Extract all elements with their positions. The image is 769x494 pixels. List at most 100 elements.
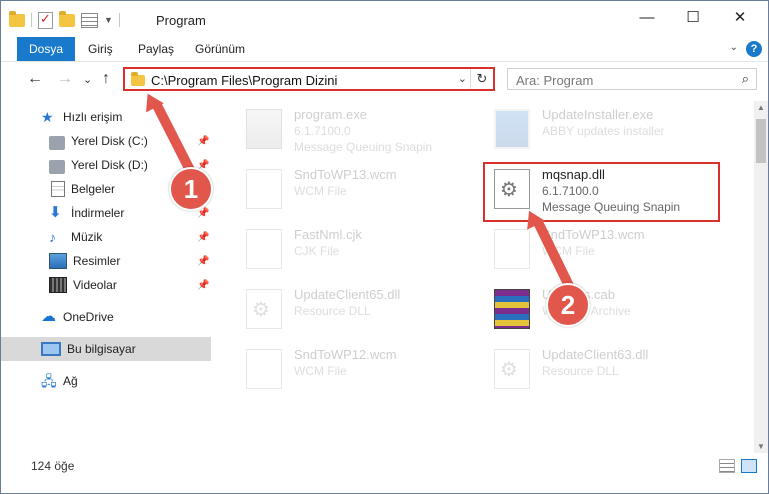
step-badge-2: 2 xyxy=(546,283,590,327)
search-icon[interactable]: ⌕ xyxy=(742,71,749,87)
scroll-down-icon[interactable]: ▼ xyxy=(757,442,765,451)
folder-icon xyxy=(131,72,145,86)
item-count: 124 öğe xyxy=(31,459,75,473)
status-bar: 124 öğe xyxy=(1,453,768,493)
details-view-icon[interactable] xyxy=(719,459,735,473)
network-icon: 🖧 xyxy=(41,373,57,389)
maximize-button[interactable]: ☐ xyxy=(670,1,716,33)
sidebar-item-onedrive[interactable]: ☁ OneDrive xyxy=(1,305,211,329)
chevron-down-icon[interactable]: ⌄ xyxy=(730,42,738,53)
new-folder-icon[interactable] xyxy=(59,10,75,27)
file-item[interactable]: Updates.cab WinRAR Archive xyxy=(484,283,724,335)
tab-dosya[interactable]: Dosya xyxy=(17,37,76,61)
file-type: WCM File xyxy=(294,184,347,198)
pin-icon[interactable]: 📌 xyxy=(197,280,209,291)
archive-icon xyxy=(494,289,530,329)
sidebar-item-network[interactable]: 🖧 Ağ xyxy=(1,369,211,393)
file-list: program.exe 6.1.7100.0 Message Queuing S… xyxy=(214,101,754,453)
up-button[interactable]: ↑ xyxy=(102,70,110,88)
file-name: program.exe xyxy=(294,107,367,122)
file-item[interactable]: UpdateClient65.dll Resource DLL xyxy=(236,283,476,335)
star-icon: ★ xyxy=(41,109,54,125)
exe-icon xyxy=(246,109,282,149)
sidebar-item-this-pc[interactable]: Bu bilgisayar xyxy=(1,337,211,361)
scrollbar-thumb[interactable] xyxy=(756,119,766,163)
sidebar-item-label: Müzik xyxy=(71,230,103,244)
file-item[interactable]: SndToWP12.wcm WCM File xyxy=(236,343,476,395)
help-icon[interactable]: ? xyxy=(746,41,762,57)
refresh-button[interactable]: ↻ xyxy=(470,69,493,89)
pin-icon[interactable]: 📌 xyxy=(197,136,209,147)
tab-paylas[interactable]: Paylaş xyxy=(126,37,186,61)
sidebar-item-label: Ağ xyxy=(63,374,78,388)
file-name: SndToWP13.wcm xyxy=(542,227,645,242)
file-description: Message Queuing Snapin xyxy=(294,140,433,154)
cloud-icon: ☁ xyxy=(41,308,56,325)
folder-icon[interactable] xyxy=(9,10,25,27)
toolbar-separator xyxy=(118,13,120,27)
file-icon xyxy=(246,169,282,209)
sidebar-item-label: Videolar xyxy=(73,278,117,292)
file-type: Resource DLL xyxy=(542,364,619,378)
ribbon-tabs: Dosya Giriş Paylaş Görünüm ⌄ ? xyxy=(1,37,768,62)
toolbar-separator xyxy=(31,13,32,27)
tab-giris[interactable]: Giriş xyxy=(76,37,125,61)
pin-icon[interactable]: 📌 xyxy=(197,232,209,243)
large-icons-view-icon[interactable] xyxy=(741,459,757,473)
forward-button[interactable]: → xyxy=(57,70,73,88)
recent-locations-chevron-icon[interactable]: ⌄ xyxy=(83,73,92,86)
close-button[interactable]: ✕ xyxy=(717,1,763,33)
search-box[interactable]: ⌕ xyxy=(507,68,757,90)
pictures-icon xyxy=(49,253,67,269)
file-type: Resource DLL xyxy=(294,304,371,318)
sidebar-item-label: Yerel Disk (C:) xyxy=(71,134,148,148)
address-dropdown-chevron-icon[interactable]: ⌄ xyxy=(458,72,467,85)
file-name: UpdateInstaller.exe xyxy=(542,107,654,122)
sidebar-item-label: Yerel Disk (D:) xyxy=(71,158,148,172)
properties-icon[interactable] xyxy=(81,12,98,28)
sidebar-item-label: Resimler xyxy=(73,254,121,268)
pin-icon[interactable]: 📌 xyxy=(197,256,209,267)
navigation-bar: ← → ⌄ ↑ C:\Program Files\Program Dizini … xyxy=(1,62,768,98)
sidebar-item-music[interactable]: ♪ Müzik 📌 xyxy=(1,225,211,249)
file-icon xyxy=(494,229,530,269)
disk-icon xyxy=(49,160,65,174)
file-type: CJK File xyxy=(294,244,340,258)
file-item[interactable]: FastNml.cjk CJK File xyxy=(236,223,476,275)
file-description: ABBY updates installer xyxy=(542,124,665,138)
back-button[interactable]: ← xyxy=(27,70,43,88)
scroll-up-icon[interactable]: ▲ xyxy=(757,103,765,112)
sidebar-item-videos[interactable]: Videolar 📌 xyxy=(1,273,211,297)
gear-file-icon xyxy=(246,289,282,329)
properties-check-icon[interactable] xyxy=(38,11,53,29)
file-name: SndToWP13.wcm xyxy=(294,167,397,182)
file-item[interactable]: SndToWP13.wcm WCM File xyxy=(484,223,724,275)
file-name: FastNml.cjk xyxy=(294,227,362,242)
address-path[interactable]: C:\Program Files\Program Dizini xyxy=(151,73,337,88)
sidebar-item-label: İndirmeler xyxy=(71,206,125,220)
tab-gorunum[interactable]: Görünüm xyxy=(183,37,257,61)
document-icon xyxy=(51,181,65,197)
sidebar-item-quick-access[interactable]: ★ Hızlı erişim xyxy=(1,105,211,129)
file-item[interactable]: program.exe 6.1.7100.0 Message Queuing S… xyxy=(236,103,476,155)
quick-access-toolbar: ▼ xyxy=(9,10,120,29)
customize-toolbar-chevron-icon[interactable]: ▼ xyxy=(104,15,113,25)
address-bar[interactable]: C:\Program Files\Program Dizini ⌄ ↻ xyxy=(123,67,495,91)
highlight-box xyxy=(483,162,720,222)
file-name: UpdateClient65.dll xyxy=(294,287,401,302)
minimize-button[interactable]: — xyxy=(624,1,670,33)
sidebar-item-label: Hızlı erişim xyxy=(63,110,123,124)
file-type: WCM File xyxy=(294,364,347,378)
sidebar-item-pictures[interactable]: Resimler 📌 xyxy=(1,249,211,273)
file-icon xyxy=(246,229,282,269)
search-input[interactable] xyxy=(514,70,728,90)
download-icon: ⬇ xyxy=(49,204,62,221)
file-item[interactable]: UpdateClient63.dll Resource DLL xyxy=(484,343,724,395)
sidebar-item-label: Belgeler xyxy=(71,182,116,196)
vertical-scrollbar[interactable]: ▲ ▼ xyxy=(754,101,768,453)
title-bar: ▼ Program — ☐ ✕ xyxy=(1,1,768,37)
file-item[interactable]: UpdateInstaller.exe ABBY updates install… xyxy=(484,103,724,155)
file-version: 6.1.7100.0 xyxy=(294,124,351,138)
file-item[interactable]: SndToWP13.wcm WCM File xyxy=(236,163,476,215)
explorer-window: ▼ Program — ☐ ✕ Dosya Giriş Paylaş Görün… xyxy=(0,0,769,494)
